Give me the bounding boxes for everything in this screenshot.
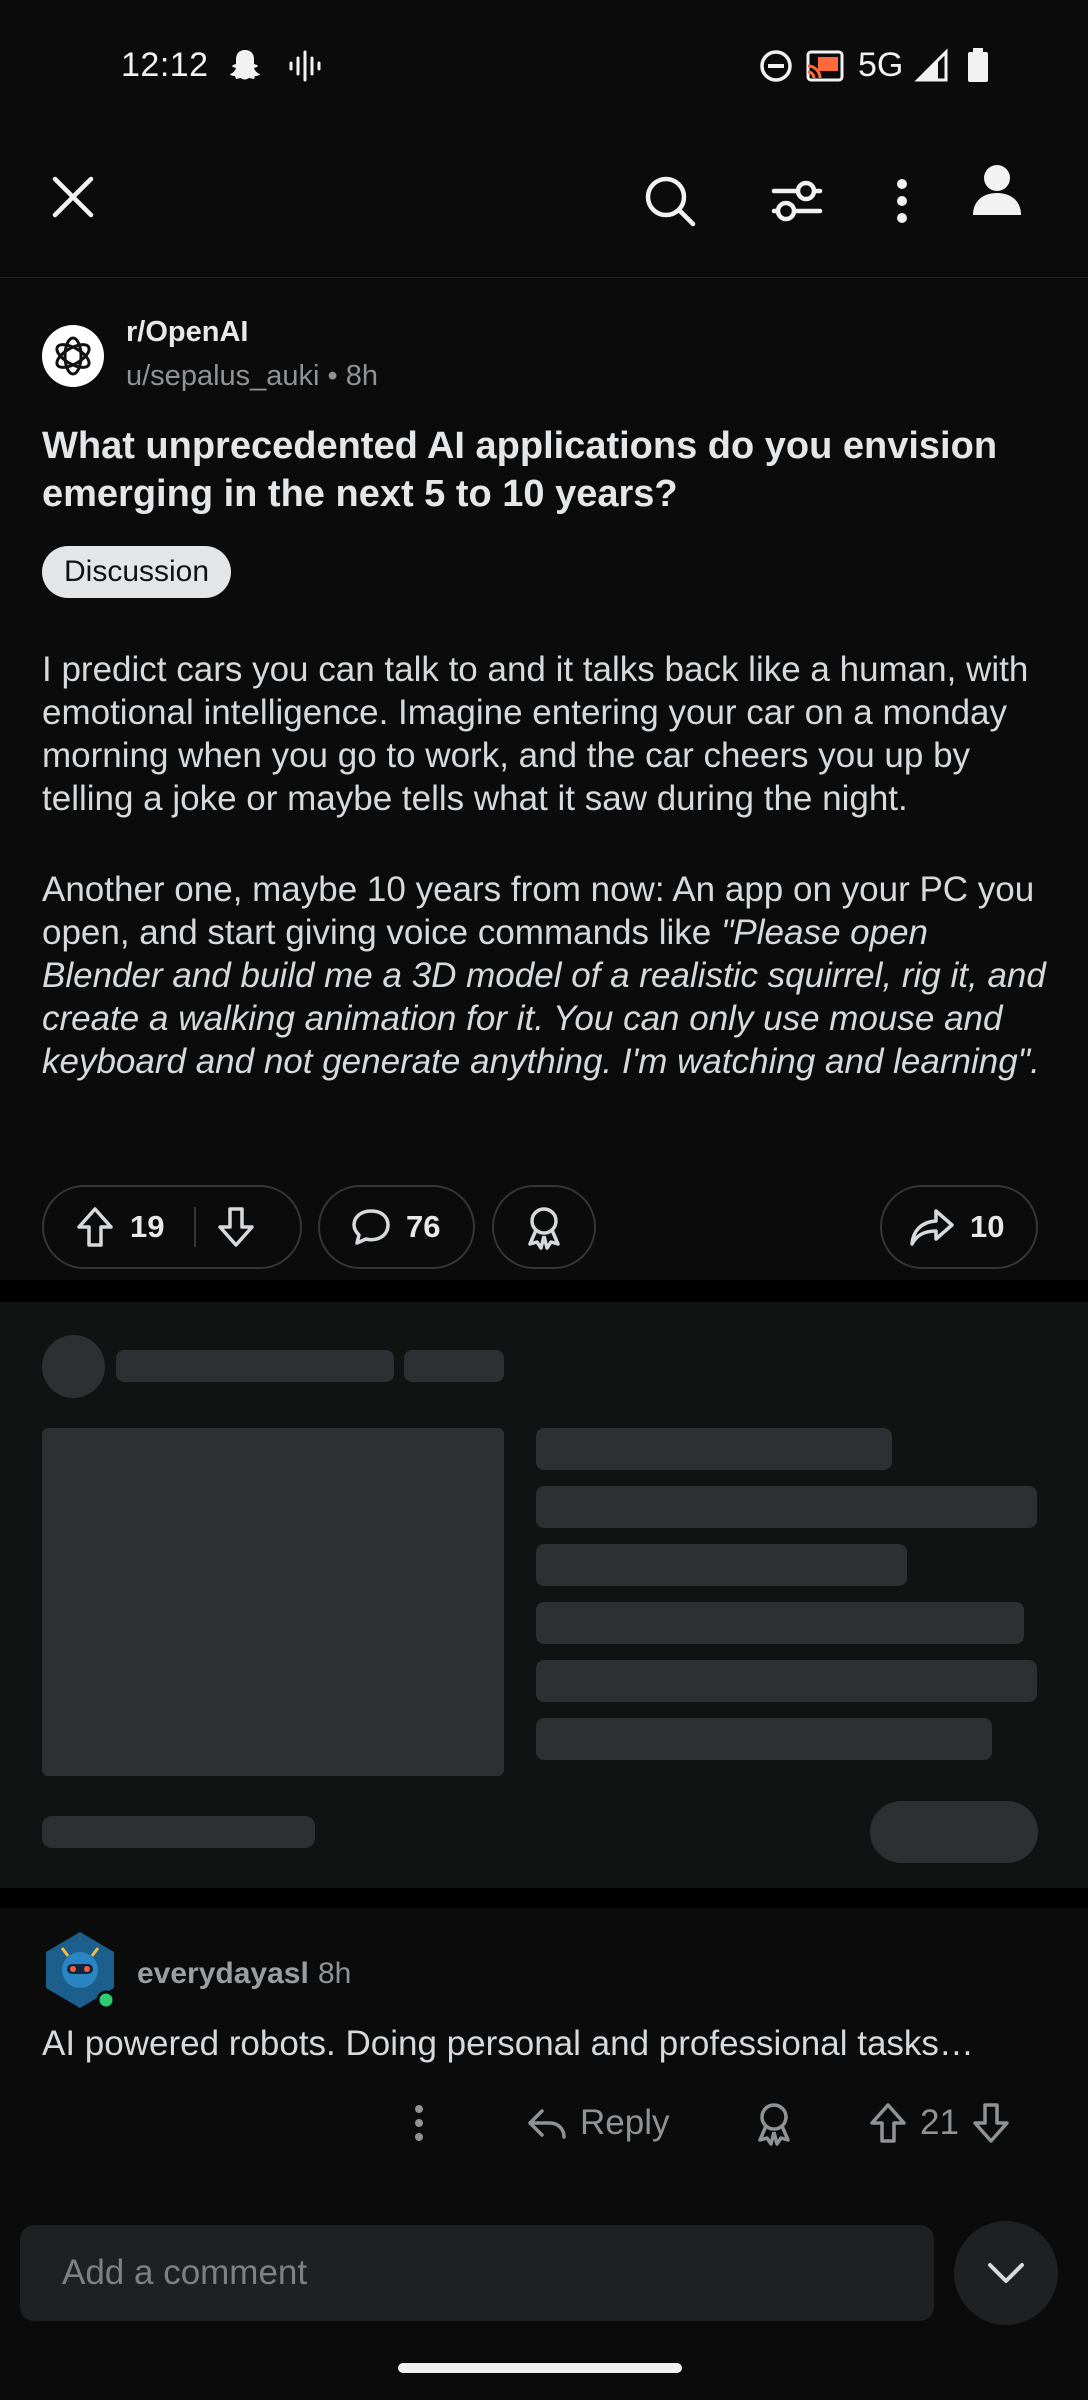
loading-placeholder-card (0, 1302, 1088, 1888)
skeleton-line (42, 1816, 315, 1848)
award-button[interactable] (492, 1185, 596, 1269)
skeleton-line (536, 1718, 992, 1760)
search-icon (645, 176, 696, 227)
cast-icon (806, 50, 844, 82)
skeleton-avatar (42, 1335, 105, 1398)
section-divider (0, 1888, 1088, 1908)
search-button[interactable] (635, 166, 705, 236)
comment-bubble-icon (352, 1209, 390, 1245)
sound-wave-icon (289, 50, 321, 82)
upvote-count: 19 (130, 1209, 165, 1244)
downvote-button[interactable] (196, 1187, 276, 1267)
status-bar: 12:12 5G (0, 0, 1088, 136)
comments-button[interactable]: 76 (318, 1185, 475, 1269)
collapse-button[interactable] (954, 2221, 1058, 2325)
network-type: 5G (858, 46, 904, 84)
battery-icon (968, 48, 988, 82)
meta-separator: • (327, 360, 346, 392)
signal-icon (914, 48, 948, 82)
upvote-arrow-icon (77, 1207, 113, 1247)
post-body-paragraph: Another one, maybe 10 years from now: An… (42, 868, 1052, 1083)
subreddit-avatar[interactable] (42, 325, 104, 387)
subreddit-name[interactable]: r/OpenAI (126, 316, 248, 349)
share-button[interactable]: 10 (880, 1185, 1038, 1269)
upvote-arrow-icon[interactable] (868, 2101, 908, 2145)
do-not-disturb-icon (760, 50, 792, 82)
skeleton-line (116, 1350, 394, 1382)
post-title: What unprecedented AI applications do yo… (42, 425, 998, 515)
reply-button[interactable]: Reply (526, 2095, 669, 2151)
filter-button[interactable] (762, 166, 832, 236)
section-divider (0, 1282, 1088, 1302)
more-vertical-icon (415, 2105, 423, 2141)
close-icon (52, 176, 94, 218)
skeleton-line (404, 1350, 504, 1382)
skeleton-line (536, 1428, 892, 1470)
comment-award-button[interactable] (752, 2095, 796, 2151)
downvote-arrow-icon (218, 1207, 255, 1247)
comment-author[interactable]: everydayasl (137, 1957, 309, 1991)
top-app-bar (0, 136, 1088, 278)
reply-label: Reply (580, 2103, 670, 2142)
post-body-paragraph: I predict cars you can talk to and it ta… (42, 650, 1029, 818)
vote-pill: 19 (42, 1185, 302, 1269)
chevron-down-icon (988, 2263, 1024, 2283)
share-icon (910, 1209, 954, 1246)
post-age: 8h (345, 360, 379, 392)
award-icon (758, 2103, 790, 2146)
share-count: 10 (970, 1209, 1005, 1244)
profile-button[interactable] (962, 154, 1032, 224)
skeleton-button (870, 1801, 1038, 1863)
comment-age: 8h (318, 1957, 352, 1990)
filter-icon (771, 180, 823, 222)
reply-arrow-icon (528, 2109, 566, 2139)
skeleton-thumbnail (42, 1428, 504, 1776)
close-button[interactable] (40, 164, 106, 230)
more-options-button[interactable] (880, 166, 924, 236)
award-icon (528, 1207, 560, 1250)
profile-icon (973, 165, 1021, 215)
upvote-button[interactable] (60, 1187, 130, 1267)
post-author[interactable]: u/sepalus_auki (126, 360, 319, 392)
skeleton-line (536, 1602, 1024, 1644)
downvote-arrow-icon[interactable] (971, 2101, 1011, 2145)
comment-more-button[interactable] (404, 2095, 434, 2151)
more-vertical-icon (897, 179, 907, 223)
comment-vote-count: 21 (920, 2103, 959, 2142)
skeleton-line (536, 1660, 1037, 1702)
comment-vote-controls: 21 (868, 2095, 1011, 2151)
comment-text[interactable]: AI powered robots. Doing personal and pr… (42, 2024, 1052, 2064)
post-flair[interactable]: Discussion (42, 546, 232, 598)
post-meta: u/sepalus_auki • 8h (126, 360, 378, 393)
home-indicator[interactable] (398, 2363, 682, 2373)
skeleton-line (536, 1486, 1037, 1528)
comment-count: 76 (406, 1209, 441, 1244)
status-time: 12:12 (121, 46, 209, 84)
add-comment-input[interactable] (20, 2225, 934, 2321)
snapchat-icon (230, 50, 260, 80)
skeleton-line (536, 1544, 907, 1586)
comment-avatar[interactable] (40, 1930, 120, 2010)
post-body: I predict cars you can talk to and it ta… (42, 648, 1052, 1131)
openai-logo-icon (55, 336, 91, 376)
snoo-avatar-icon (46, 1932, 116, 2010)
